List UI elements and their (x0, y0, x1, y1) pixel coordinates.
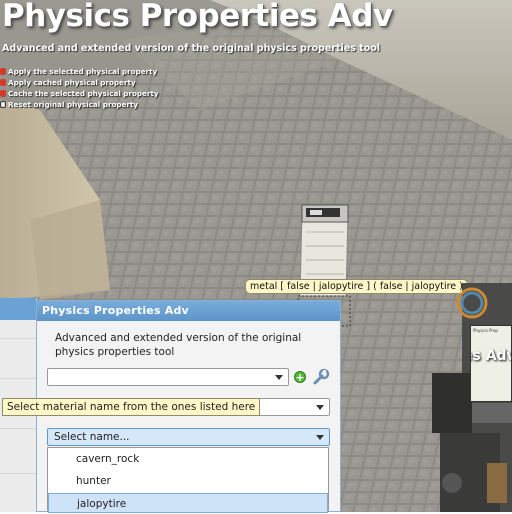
hud-tool-title: Physics Properties Adv (2, 0, 393, 34)
hud-keybind-row: Reset original physical property (0, 99, 159, 110)
chevron-down-icon (316, 435, 324, 440)
dropdown-item[interactable]: hunter (48, 471, 328, 491)
hud-keybind-row: Apply the selected physical property (0, 66, 159, 77)
dropdown-item-selected[interactable]: jalopytire (48, 493, 328, 513)
mouse-left-icon (0, 68, 6, 75)
tooltip: Select material name from the ones liste… (2, 398, 261, 416)
background-panel-header (0, 298, 36, 320)
reload-key-icon (0, 101, 6, 108)
mouse-right-icon (0, 79, 6, 86)
hud-keybind-row: Apply cached physical property (0, 77, 159, 88)
panel-description: Advanced and extended version of the ori… (55, 332, 302, 358)
chevron-down-icon (316, 405, 324, 410)
panel-title: Physics Properties Adv (37, 301, 340, 321)
toolgun-screen: Physics Prop es Adv (470, 325, 512, 402)
material-type-combo[interactable] (47, 368, 289, 386)
hud-keybind-label: Apply cached physical property (8, 78, 136, 87)
toolgun-screen-small-text: Physics Prop (473, 328, 498, 333)
toolgun-screen-title: es Adv (471, 348, 511, 364)
hud-keybind-row: Cache the selected physical property (0, 88, 159, 99)
wrench-icon[interactable] (312, 368, 330, 386)
material-name-dropdown: cavern_rock hunter jalopytire (47, 447, 329, 513)
hud-keybind-label: Reset original physical property (8, 100, 139, 109)
hud-keybind-label: Cache the selected physical property (8, 89, 159, 98)
hud-keybind-list: Apply the selected physical property App… (0, 66, 159, 110)
add-icon[interactable]: + (294, 371, 306, 383)
combo-placeholder: Select name... (54, 431, 130, 443)
chevron-down-icon (275, 375, 283, 380)
mouse-left-icon (0, 90, 6, 97)
hud-keybind-label: Apply the selected physical property (8, 67, 158, 76)
material-name-combo[interactable]: Select name... (47, 428, 330, 446)
hud-tool-description: Advanced and extended version of the ori… (2, 43, 381, 54)
dropdown-item[interactable]: cavern_rock (48, 449, 328, 469)
